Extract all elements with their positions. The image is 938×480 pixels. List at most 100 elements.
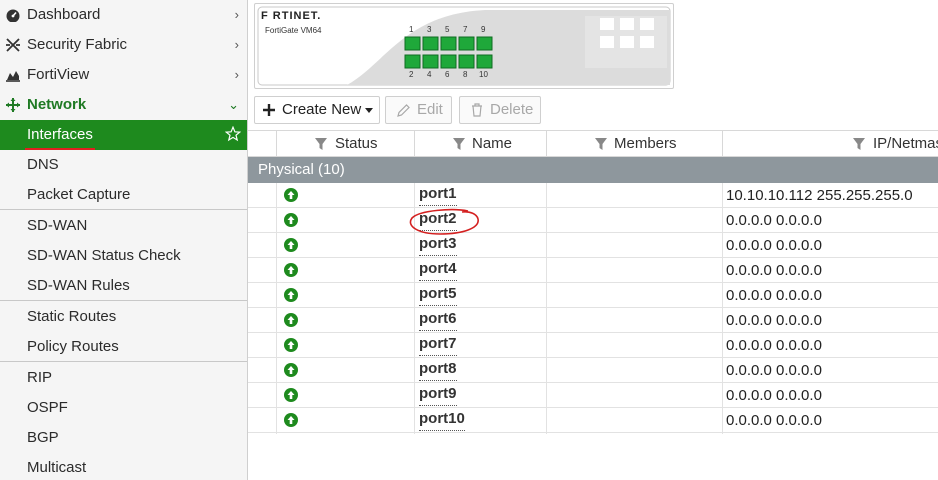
table-row[interactable]: port5 0.0.0.0 0.0.0.0 <box>248 283 938 308</box>
status-up-icon <box>284 288 298 302</box>
sidebar-item-sd-wan[interactable]: SD-WAN <box>0 211 247 241</box>
chevron-right-icon: › <box>234 37 239 52</box>
sidebar-item-label: BGP <box>27 429 59 446</box>
port-number: 2 <box>409 70 414 79</box>
sidebar-item-rip[interactable]: RIP <box>0 363 247 393</box>
ip-netmask-cell: 0.0.0.0 0.0.0.0 <box>726 237 822 254</box>
filter-icon[interactable] <box>595 138 607 150</box>
dashboard-gauge-icon <box>6 9 20 22</box>
sidebar: Dashboard › Security Fabric › FortiView … <box>0 0 248 480</box>
sidebar-item-ospf[interactable]: OSPF <box>0 393 247 423</box>
column-header-label: Members <box>614 135 677 152</box>
sidebar-item-label: Static Routes <box>27 308 117 325</box>
fortinet-logo: F RTINET. <box>261 10 322 22</box>
table-row[interactable]: port3 0.0.0.0 0.0.0.0 <box>248 233 938 258</box>
sidebar-item-fortiview[interactable]: FortiView › <box>0 60 247 90</box>
table-row[interactable]: port8 0.0.0.0 0.0.0.0 <box>248 358 938 383</box>
sidebar-item-interfaces[interactable]: Interfaces <box>0 120 247 150</box>
group-row-physical[interactable]: Physical (10) <box>248 157 938 183</box>
table-row[interactable]: port2 0.0.0.0 0.0.0.0 <box>248 208 938 233</box>
interface-name-link[interactable]: port6 <box>419 308 457 331</box>
status-up-icon <box>284 188 298 202</box>
table-row[interactable]: port1 10.10.10.112 255.255.255.0 <box>248 183 938 208</box>
interface-name-link[interactable]: port3 <box>419 233 457 256</box>
ip-netmask-cell: 0.0.0.0 0.0.0.0 <box>726 362 822 379</box>
fortigate-interfaces-screen: Dashboard › Security Fabric › FortiView … <box>0 0 938 480</box>
status-up-icon <box>284 363 298 377</box>
sidebar-item-multicast[interactable]: Multicast <box>0 453 247 480</box>
interface-name-link[interactable]: port5 <box>419 283 457 306</box>
status-up-icon <box>284 388 298 402</box>
sidebar-item-dns[interactable]: DNS <box>0 150 247 180</box>
chevron-right-icon: › <box>234 67 239 82</box>
port-number: 3 <box>427 25 432 34</box>
ip-netmask-cell: 0.0.0.0 0.0.0.0 <box>726 337 822 354</box>
interface-name-link[interactable]: port8 <box>419 358 457 381</box>
network-arrows-icon <box>6 98 20 112</box>
filter-icon[interactable] <box>315 138 327 150</box>
table-header: Status Name Members IP/Netmas <box>248 130 938 157</box>
interface-name-link[interactable]: port9 <box>419 383 457 406</box>
device-faceplate: F RTINET. FortiGate VM64 1 3 5 7 9 2 4 6… <box>254 3 674 89</box>
table-row[interactable]: port9 0.0.0.0 0.0.0.0 <box>248 383 938 408</box>
port-number: 9 <box>481 25 486 34</box>
sidebar-item-label: Network <box>27 96 87 113</box>
group-label: Physical (10) <box>258 161 345 178</box>
port-number: 1 <box>409 25 414 34</box>
sidebar-item-packet-capture[interactable]: Packet Capture <box>0 180 247 210</box>
ip-netmask-cell: 0.0.0.0 0.0.0.0 <box>726 387 822 404</box>
sidebar-item-policy-routes[interactable]: Policy Routes <box>0 332 247 362</box>
status-up-icon <box>284 413 298 427</box>
sidebar-item-label: Policy Routes <box>27 338 119 355</box>
port-number: 5 <box>445 25 450 34</box>
chevron-right-icon: › <box>234 7 239 22</box>
create-new-button[interactable]: Create New <box>254 96 380 124</box>
sidebar-item-label: Security Fabric <box>27 36 128 53</box>
status-up-icon <box>284 238 298 252</box>
sidebar-item-label: SD-WAN Status Check <box>27 247 181 264</box>
sidebar-item-label: FortiView <box>27 66 90 83</box>
interface-name-link[interactable]: port1 <box>419 183 457 206</box>
create-new-label: Create New <box>282 101 362 118</box>
column-header-members[interactable]: Members <box>546 131 722 157</box>
favorite-star-icon[interactable] <box>225 126 241 142</box>
column-header-status[interactable]: Status <box>276 131 414 157</box>
sidebar-item-bgp[interactable]: BGP <box>0 423 247 453</box>
column-header-name[interactable]: Name <box>414 131 546 157</box>
column-divider <box>722 183 723 434</box>
ip-netmask-cell: 0.0.0.0 0.0.0.0 <box>726 287 822 304</box>
port-number: 10 <box>479 70 488 79</box>
sidebar-item-sd-wan-status-check[interactable]: SD-WAN Status Check <box>0 241 247 271</box>
column-header-ip-netmask[interactable]: IP/Netmas <box>722 131 938 157</box>
sidebar-item-security-fabric[interactable]: Security Fabric › <box>0 30 247 60</box>
sidebar-item-label: RIP <box>27 369 53 386</box>
sidebar-item-label: SD-WAN <box>27 217 88 234</box>
delete-button[interactable]: Delete <box>459 96 541 124</box>
filter-icon[interactable] <box>453 138 465 150</box>
status-up-icon <box>284 338 298 352</box>
interface-name-link[interactable]: port4 <box>419 258 457 281</box>
table-row[interactable]: port10 0.0.0.0 0.0.0.0 <box>248 408 938 433</box>
table-row[interactable]: port4 0.0.0.0 0.0.0.0 <box>248 258 938 283</box>
sidebar-item-dashboard[interactable]: Dashboard › <box>0 0 247 30</box>
sidebar-item-label: Dashboard <box>27 6 101 23</box>
table-row[interactable]: port7 0.0.0.0 0.0.0.0 <box>248 333 938 358</box>
interface-name-link[interactable]: port7 <box>419 333 457 356</box>
port-number: 7 <box>463 25 468 34</box>
sidebar-item-label: Multicast <box>27 459 87 476</box>
filter-icon[interactable] <box>853 138 865 150</box>
table-row[interactable]: port6 0.0.0.0 0.0.0.0 <box>248 308 938 333</box>
pencil-icon <box>397 104 410 117</box>
sidebar-item-static-routes[interactable]: Static Routes <box>0 302 247 332</box>
interface-name-link[interactable]: port10 <box>419 408 465 431</box>
sidebar-divider <box>0 209 247 210</box>
ip-netmask-cell: 0.0.0.0 0.0.0.0 <box>726 212 822 229</box>
port-number: 8 <box>463 70 468 79</box>
sidebar-item-network[interactable]: Network ⌄ <box>0 90 247 120</box>
edit-button[interactable]: Edit <box>385 96 452 124</box>
sidebar-item-label: OSPF <box>27 399 68 416</box>
sidebar-item-label: SD-WAN Rules <box>27 277 130 294</box>
sidebar-item-sd-wan-rules[interactable]: SD-WAN Rules <box>0 271 247 301</box>
sidebar-item-label: DNS <box>27 156 59 173</box>
chevron-down-icon: ⌄ <box>228 97 239 112</box>
